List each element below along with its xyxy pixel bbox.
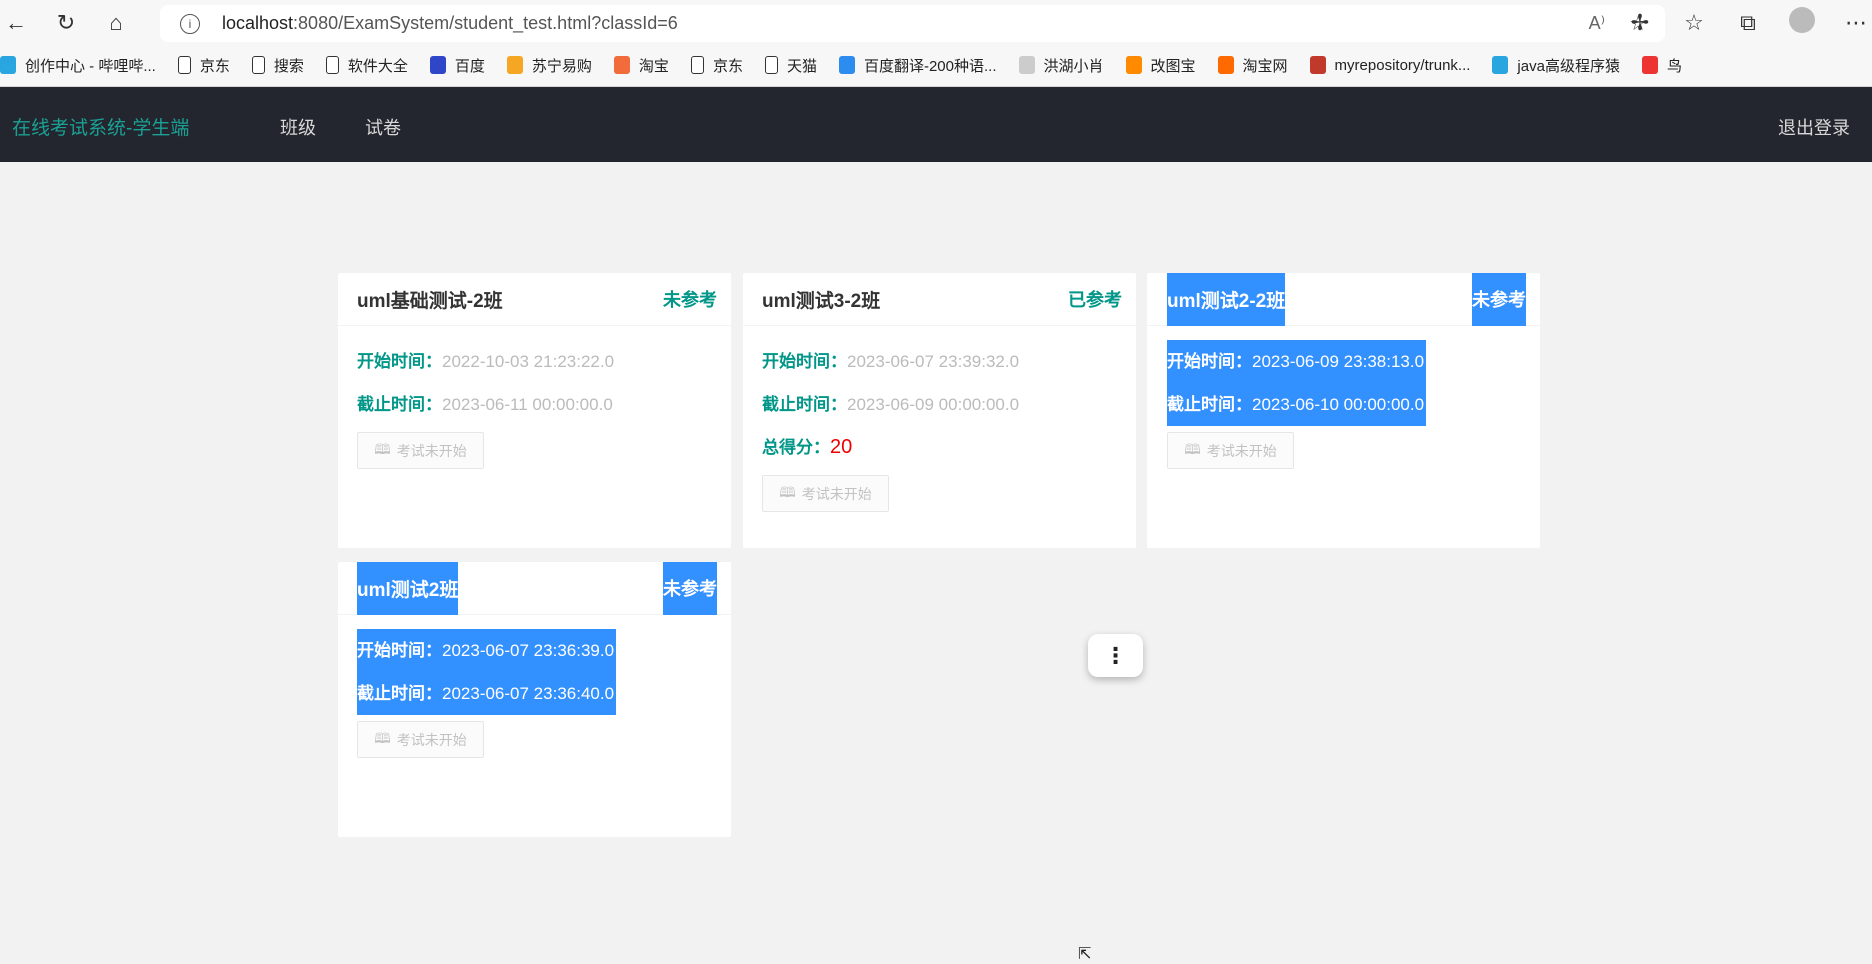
exam-card: uml测试3-2班 已参考 开始时间：2023-06-07 23:39:32.0 … (743, 273, 1136, 548)
exam-title: uml测试2-2班 (1167, 272, 1286, 326)
bookmark-item[interactable]: 淘宝 (613, 55, 669, 76)
bookmark-icon (0, 56, 16, 74)
info-icon[interactable]: i (180, 13, 200, 34)
address-bar[interactable]: i localhost:8080/ExamSystem/student_test… (160, 5, 1665, 42)
status-badge: 未参考 (1472, 272, 1526, 326)
top-nav: 在线考试系统-学生端 班级 试卷 退出登录 (0, 87, 1872, 162)
book-icon: 🕮 (374, 729, 391, 746)
bookmark-item[interactable]: 淘宝网 (1217, 55, 1288, 76)
brand-title[interactable]: 在线考试系统-学生端 (12, 113, 189, 140)
bookmark-icon (506, 56, 523, 74)
bookmark-item[interactable]: 软件大全 (325, 55, 408, 76)
exam-not-started-button[interactable]: 🕮 考试未开始 (357, 432, 484, 469)
exam-title: uml测试2班 (357, 561, 459, 615)
exam-title: uml测试3-2班 (762, 290, 881, 312)
bookmark-item[interactable]: 搜索 (251, 55, 304, 76)
exam-card: uml基础测试-2班 未参考 开始时间：2022-10-03 21:23:22.0… (338, 273, 731, 548)
exam-title: uml基础测试-2班 (357, 290, 503, 312)
bookmark-icon (1125, 56, 1142, 74)
exam-card: uml测试2班 未参考 开始时间：2023-06-07 23:36:39.0 截止… (338, 561, 731, 837)
bookmark-icon (1217, 56, 1234, 74)
favorites-icon[interactable]: ☆ (1674, 10, 1714, 36)
bookmark-icon (325, 56, 339, 74)
mouse-cursor-icon: ⇱ (1078, 946, 1092, 963)
refresh-icon[interactable]: ↻ (46, 10, 86, 36)
more-icon[interactable]: ⋯ (1836, 10, 1872, 36)
bookmark-icon (764, 56, 778, 74)
bookmark-item[interactable]: 苏宁易购 (506, 55, 592, 76)
bookmark-item[interactable]: 洪湖小肖 (1018, 55, 1104, 76)
home-icon[interactable]: ⌂ (96, 10, 136, 36)
vertical-dots-icon: ⋮ (1104, 642, 1127, 668)
collections-icon[interactable]: ⧉ (1728, 10, 1768, 36)
bookmark-icon (613, 56, 630, 74)
end-time: 截止时间：2023-06-09 00:00:00.0 (762, 395, 1020, 414)
more-options-button[interactable]: ⋮ (1088, 634, 1143, 677)
bookmark-icon (177, 56, 191, 74)
end-time: 截止时间：2023-06-11 00:00:00.0 (357, 395, 613, 414)
bookmark-item[interactable]: myrepository/trunk... (1309, 56, 1470, 74)
exam-card: uml测试2-2班 未参考 开始时间：2023-06-09 23:38:13.0 … (1147, 272, 1540, 548)
book-icon: 🕮 (779, 483, 796, 500)
bookmark-item[interactable]: 创作中心 - 哔哩哔... (0, 55, 156, 76)
bookmark-item[interactable]: 京东 (690, 55, 743, 76)
bookmark-icon (690, 56, 704, 74)
start-time: 开始时间：2023-06-09 23:38:13.0 (1167, 340, 1427, 383)
browser-chrome: ← ↻ ⌂ i localhost:8080/ExamSystem/studen… (0, 0, 1872, 87)
bookmark-item[interactable]: java高级程序猿 (1492, 55, 1620, 76)
bookmark-icon (429, 56, 446, 74)
bookmark-item[interactable]: 天猫 (764, 55, 817, 76)
extensions-icon[interactable]: ✢ (1620, 10, 1660, 36)
bookmark-icon (1492, 56, 1509, 74)
profile-avatar[interactable] (1782, 7, 1822, 39)
exam-not-started-button[interactable]: 🕮 考试未开始 (762, 475, 889, 512)
start-time: 开始时间：2023-06-07 23:39:32.0 (762, 352, 1020, 371)
bookmark-item[interactable]: 百度 (429, 55, 485, 76)
nav-item-class[interactable]: 班级 (280, 114, 316, 140)
back-icon[interactable]: ← (0, 10, 36, 36)
end-time: 截止时间：2023-06-10 00:00:00.0 (1167, 383, 1427, 426)
bookmark-icon (251, 56, 265, 74)
status-badge: 未参考 (663, 561, 717, 615)
bookmark-icon (1018, 56, 1035, 74)
bookmark-icon (838, 56, 855, 74)
status-badge: 未参考 (663, 290, 717, 310)
total-score: 总得分：20 (762, 436, 853, 458)
bookmark-item[interactable]: 改图宝 (1125, 55, 1196, 76)
status-badge: 已参考 (1068, 290, 1122, 310)
logout-link[interactable]: 退出登录 (1778, 114, 1850, 140)
nav-item-papers[interactable]: 试卷 (365, 114, 401, 140)
bookmark-item[interactable]: 鸟 (1641, 55, 1682, 76)
book-icon: 🕮 (374, 440, 391, 457)
bookmark-item[interactable]: 京东 (177, 55, 230, 76)
end-time: 截止时间：2023-06-07 23:36:40.0 (357, 672, 617, 715)
bookmarks-bar: 创作中心 - 哔哩哔... 京东 搜索 软件大全 百度 苏宁易购 淘宝 京东 天猫 百度翻译-20… (0, 50, 1704, 80)
book-icon: 🕮 (1184, 440, 1201, 457)
read-aloud-icon[interactable]: A⁾ (1589, 13, 1605, 34)
bookmark-item[interactable]: 百度翻译-200种语... (838, 55, 997, 76)
exam-not-started-button[interactable]: 🕮 考试未开始 (1167, 432, 1294, 469)
bookmark-icon (1309, 56, 1326, 74)
start-time: 开始时间：2023-06-07 23:36:39.0 (357, 629, 617, 672)
start-time: 开始时间：2022-10-03 21:23:22.0 (357, 352, 615, 371)
exam-not-started-button[interactable]: 🕮 考试未开始 (357, 721, 484, 758)
bookmark-icon (1641, 56, 1658, 74)
